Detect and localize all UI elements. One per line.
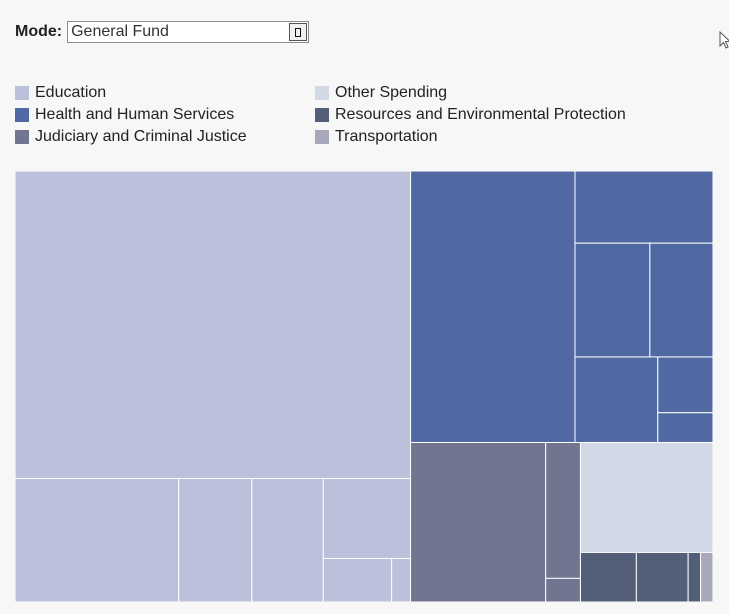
treemap-cell-health-and-human-services[interactable] [657,356,713,414]
legend-item-education[interactable]: Education [15,82,315,104]
treemap-cell-health-and-human-services[interactable] [657,412,713,443]
legend: Education Other Spending Health and Huma… [15,82,655,148]
legend-item-other-spending[interactable]: Other Spending [315,82,645,104]
treemap-cell-transportation[interactable] [700,551,713,602]
legend-swatch [15,108,29,122]
mode-label: Mode: [15,23,63,40]
legend-label: Other Spending [335,84,448,101]
treemap-cell-health-and-human-services[interactable] [649,242,713,358]
legend-item-transportation[interactable]: Transportation [315,126,645,148]
treemap-cell-health-and-human-services[interactable] [574,356,659,443]
treemap-cell-health-and-human-services[interactable] [574,242,651,358]
legend-item-judiciary-and-criminal-justice[interactable]: Judiciary and Criminal Justice [15,126,315,148]
legend-swatch [315,108,329,122]
legend-label: Judiciary and Criminal Justice [35,128,247,145]
treemap-cell-education[interactable] [322,557,393,602]
legend-swatch [15,86,29,100]
legend-item-resources-and-environmental-protection[interactable]: Resources and Environmental Protection [315,104,645,126]
treemap-cell-education[interactable] [251,477,324,602]
treemap-cell-judiciary-and-criminal-justice[interactable] [545,577,581,602]
legend-label: Resources and Environmental Protection [335,106,626,123]
dropdown-icon [295,27,302,37]
mode-control: Mode: General Fund [15,20,310,44]
treemap-cell-resources-and-environmental-protection[interactable] [579,551,637,602]
legend-swatch [315,86,329,100]
treemap-cell-judiciary-and-criminal-justice[interactable] [545,441,581,579]
treemap-cell-resources-and-environmental-protection[interactable] [687,551,702,602]
dropdown-button[interactable] [289,23,308,41]
treemap-cell-judiciary-and-criminal-justice[interactable] [410,441,547,602]
treemap-cell-education[interactable] [322,477,412,559]
treemap-cell-education[interactable] [391,557,412,602]
treemap-chart [15,171,713,602]
treemap-cell-education[interactable] [178,477,253,602]
legend-label: Transportation [335,128,438,145]
mode-select[interactable]: General Fund [67,21,310,43]
treemap-cell-education[interactable] [15,477,180,602]
mouse-pointer-icon [719,31,729,49]
treemap-cell-other-spending[interactable] [579,441,713,553]
treemap-cell-resources-and-environmental-protection[interactable] [635,551,689,602]
legend-label: Education [35,84,107,101]
treemap-svg [15,171,713,602]
legend-swatch [15,130,29,144]
treemap-cell-health-and-human-services[interactable] [410,171,576,443]
treemap-cell-health-and-human-services[interactable] [574,171,713,244]
legend-item-health-and-human-services[interactable]: Health and Human Services [15,104,315,126]
treemap-cell-education[interactable] [15,171,412,479]
mode-selected-value: General Fund [71,23,169,40]
legend-swatch [315,130,329,144]
legend-label: Health and Human Services [35,106,235,123]
